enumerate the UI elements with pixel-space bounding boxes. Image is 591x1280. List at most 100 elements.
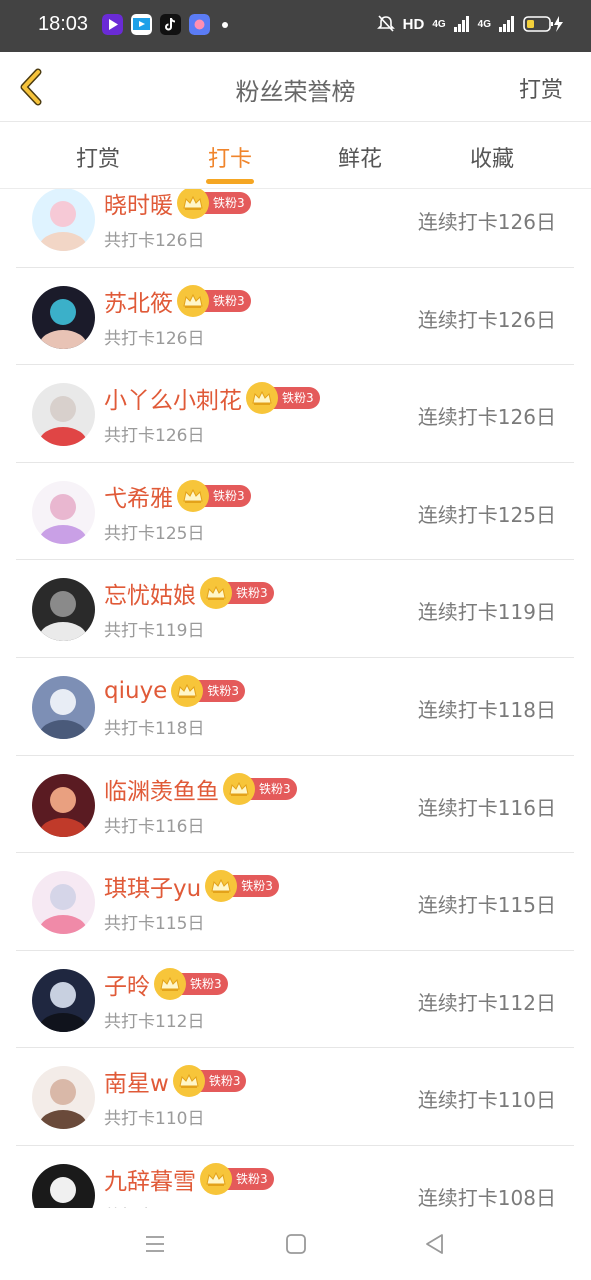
user-name[interactable]: 弋希雅 [104, 479, 173, 513]
total-checkin-text: 共打卡119日 [104, 621, 205, 642]
streak-text: 连续打卡110日 [417, 1088, 556, 1113]
avatar[interactable] [32, 773, 95, 837]
streak-text: 连续打卡119日 [417, 600, 556, 625]
user-name[interactable]: 南星w [104, 1064, 169, 1098]
list-item[interactable]: 子昤 铁粉3 共打卡112日 连续打卡112日 [16, 951, 574, 1049]
tab-favorites[interactable]: 收藏 [452, 141, 532, 173]
crown-icon [200, 577, 232, 610]
total-checkin-text: 共打卡126日 [104, 426, 205, 447]
total-checkin-text: 共打卡126日 [104, 328, 205, 349]
tv-app-icon [131, 14, 152, 35]
total-checkin-text: 共打卡112日 [104, 1011, 205, 1032]
avatar[interactable] [32, 578, 95, 642]
menu-icon[interactable] [143, 1232, 167, 1256]
system-status: HD 4G 4G [376, 14, 565, 34]
total-checkin-text: 共打卡115日 [104, 914, 205, 935]
list-item[interactable]: 临渊羡鱼鱼 铁粉3 共打卡116日 连续打卡116日 [16, 756, 574, 854]
fan-badge: 铁粉3 [246, 382, 320, 415]
network-label-2: 4G [477, 18, 491, 30]
tab-bar: 打赏 打卡 鲜花 收藏 [0, 123, 591, 189]
crown-icon [223, 772, 255, 805]
avatar[interactable] [32, 675, 95, 739]
tiktok-icon [160, 14, 181, 35]
user-name[interactable]: 琪琪子yu [104, 869, 201, 903]
reward-button[interactable]: 打赏 [519, 72, 563, 104]
active-tab-indicator [206, 179, 254, 184]
battery-charging-icon [523, 16, 563, 32]
user-name[interactable]: 小丫么小刺花 [104, 381, 242, 415]
video-app-icon [102, 14, 123, 35]
user-name[interactable]: 子昤 [104, 967, 150, 1001]
user-name[interactable]: 忘忧姑娘 [104, 576, 196, 610]
list-item[interactable]: 小丫么小刺花 铁粉3 共打卡126日 连续打卡126日 [16, 365, 574, 463]
tab-checkin[interactable]: 打卡 [190, 141, 270, 173]
crown-icon [200, 1162, 232, 1195]
fan-badge: 铁粉3 [200, 577, 274, 610]
list-item[interactable]: 九辞暮雪 铁粉3 共打卡108日 连续打卡108日 [16, 1146, 574, 1208]
avatar[interactable] [32, 480, 95, 544]
avatar[interactable] [32, 383, 95, 447]
tab-reward[interactable]: 打赏 [58, 141, 138, 173]
streak-text: 连续打卡118日 [417, 697, 556, 722]
list-item[interactable]: qiuye 铁粉3 共打卡118日 连续打卡118日 [16, 658, 574, 756]
fan-badge: 铁粉3 [177, 479, 251, 512]
back-nav-icon[interactable] [423, 1232, 447, 1256]
streak-text: 连续打卡125日 [417, 502, 556, 527]
signal-icon-1 [453, 16, 469, 32]
list-item[interactable]: 忘忧姑娘 铁粉3 共打卡119日 连续打卡119日 [16, 560, 574, 658]
user-name[interactable]: 晓时暖 [104, 189, 173, 220]
chat-app-icon [189, 14, 210, 35]
total-checkin-text: 共打卡118日 [104, 718, 205, 739]
avatar[interactable] [32, 1163, 95, 1208]
fan-badge: 铁粉3 [200, 1162, 274, 1195]
crown-icon [177, 284, 209, 317]
user-name[interactable]: 苏北筱 [104, 284, 173, 318]
status-time: 18:03 [38, 13, 89, 35]
more-notifications-dot [222, 21, 228, 28]
list-item[interactable]: 弋希雅 铁粉3 共打卡125日 连续打卡125日 [16, 463, 574, 561]
fan-badge: 铁粉3 [171, 674, 245, 707]
streak-text: 连续打卡108日 [417, 1185, 556, 1208]
crown-icon [154, 967, 186, 1000]
user-name[interactable]: qiuye [104, 678, 167, 704]
status-bar: 18:03 HD 4G 4G [0, 0, 591, 52]
fan-badge: 铁粉3 [154, 967, 228, 1000]
crown-icon [177, 189, 209, 219]
avatar[interactable] [32, 1066, 95, 1130]
list-item[interactable]: 南星w 铁粉3 共打卡110日 连续打卡110日 [16, 1048, 574, 1146]
fan-badge: 铁粉3 [172, 1065, 247, 1098]
ranking-list: 晓时暖 铁粉3 共打卡126日 连续打卡126日 苏北筱 铁粉3 共打卡126日… [16, 189, 574, 1208]
home-icon[interactable] [284, 1232, 308, 1256]
signal-icon-2 [499, 16, 514, 32]
streak-text: 连续打卡112日 [417, 990, 556, 1015]
streak-text: 连续打卡126日 [417, 210, 556, 234]
list-item[interactable]: 晓时暖 铁粉3 共打卡126日 连续打卡126日 [16, 189, 574, 268]
crown-icon [246, 382, 278, 415]
user-name[interactable]: 临渊羡鱼鱼 [104, 772, 219, 806]
tab-flowers[interactable]: 鲜花 [320, 141, 400, 173]
avatar[interactable] [32, 968, 95, 1032]
streak-text: 连续打卡115日 [417, 893, 556, 918]
list-item[interactable]: 琪琪子yu 铁粉3 共打卡115日 连续打卡115日 [16, 853, 574, 951]
app-header: 粉丝荣誉榜 打赏 [0, 52, 591, 122]
avatar[interactable] [32, 285, 95, 349]
fan-badge: 铁粉3 [177, 284, 251, 317]
ranking-list-viewport[interactable]: 晓时暖 铁粉3 共打卡126日 连续打卡126日 苏北筱 铁粉3 共打卡126日… [0, 189, 591, 1208]
total-checkin-text: 共打卡116日 [104, 816, 205, 837]
fan-badge: 铁粉3 [177, 189, 251, 219]
notification-icons [102, 14, 228, 35]
crown-icon [171, 674, 204, 707]
list-item[interactable]: 苏北筱 铁粉3 共打卡126日 连续打卡126日 [16, 268, 574, 366]
user-name[interactable]: 九辞暮雪 [104, 1162, 196, 1196]
avatar[interactable] [32, 189, 95, 251]
crown-icon [205, 870, 238, 903]
avatar[interactable] [32, 871, 95, 935]
hd-label: HD [402, 15, 425, 33]
fan-badge: 铁粉3 [223, 772, 297, 805]
mute-bell-icon [376, 15, 395, 32]
crown-icon [172, 1065, 205, 1098]
network-label-1: 4G [432, 18, 446, 30]
total-checkin-text: 共打卡126日 [104, 231, 205, 251]
system-nav-bar [0, 1208, 591, 1280]
fan-badge: 铁粉3 [205, 870, 279, 903]
